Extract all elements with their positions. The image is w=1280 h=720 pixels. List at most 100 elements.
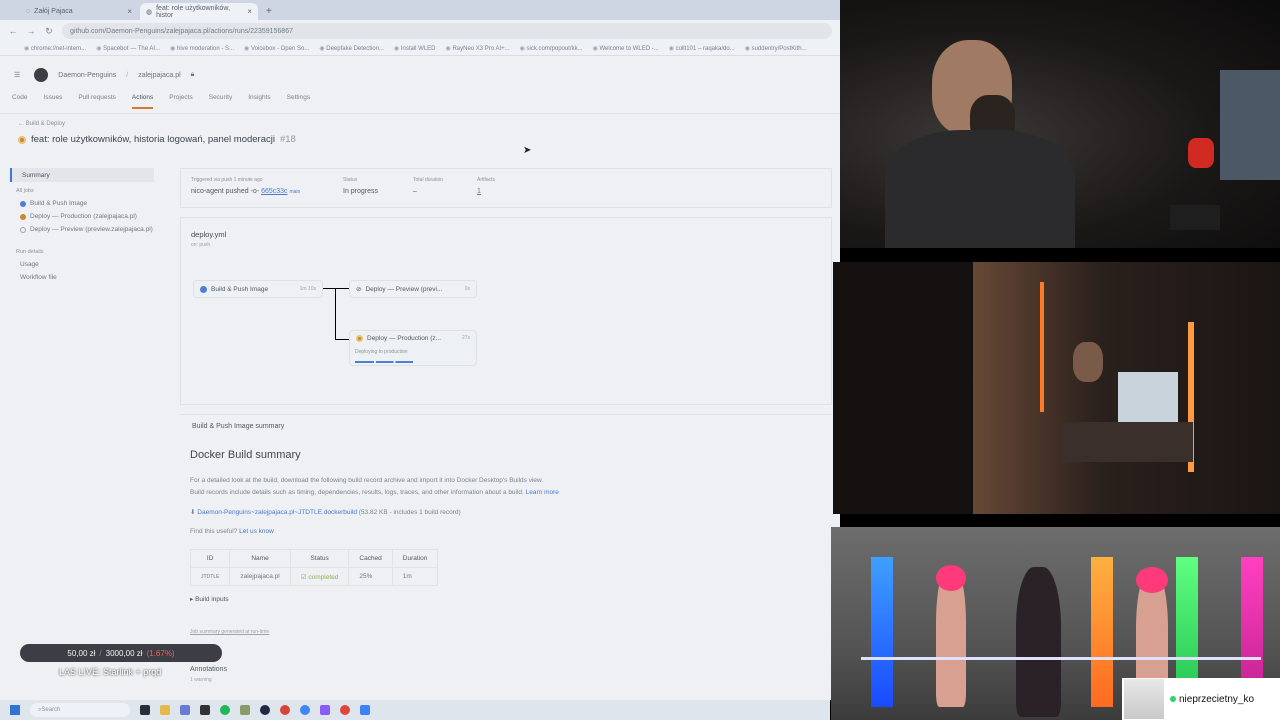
spotify-icon[interactable] — [220, 705, 230, 715]
controller — [1170, 205, 1220, 230]
close-icon[interactable]: × — [247, 7, 252, 16]
tab-run[interactable]: ◍ feat: role użytkowników, histor × — [140, 3, 258, 20]
artifacts-label: Artifacts — [477, 177, 496, 183]
bookmark[interactable]: Install WLED — [394, 45, 436, 52]
file-explorer-icon[interactable] — [160, 705, 170, 715]
menu-icon[interactable]: ☰ — [14, 71, 20, 79]
skipped-icon — [20, 227, 26, 233]
in-progress-icon — [356, 335, 363, 342]
run-meta-card: Triggered via push 1 minute ago nico-age… — [180, 168, 832, 208]
bookmark[interactable]: Deepfake Detection... — [319, 45, 384, 52]
browser-window: ◌ Załój Pajaca × ◍ feat: role użytkownik… — [0, 0, 840, 700]
job-substatus: Deploying to production — [355, 349, 408, 355]
tab-zaloj-pajaca[interactable]: ◌ Załój Pajaca × — [20, 3, 138, 20]
tab-issues[interactable]: Issues — [44, 94, 63, 101]
summary-generated-note: Job summary generated at run-time — [190, 629, 270, 635]
tab-label: Załój Pajaca — [34, 8, 73, 15]
table-cell: zalejpajaca.pl — [229, 567, 291, 586]
summary-title: Docker Build summary — [190, 449, 301, 461]
job-label: Build & Push Image — [211, 285, 269, 293]
bookmark[interactable]: Voicebox - Open So... — [244, 45, 309, 52]
app-icon[interactable] — [180, 705, 190, 715]
learn-more-link[interactable]: Learn more — [526, 489, 559, 496]
close-icon[interactable]: × — [127, 7, 132, 16]
tab-actions[interactable]: Actions — [131, 94, 154, 109]
pink-wig — [1136, 567, 1168, 593]
feedback-line: Find this useful? Let us know — [190, 528, 274, 535]
forward-icon[interactable]: → — [26, 26, 36, 36]
bookmark[interactable]: RayNeo X3 Pro AI+... — [446, 45, 509, 52]
tab-security[interactable]: Security — [209, 94, 232, 101]
terminal-icon[interactable] — [200, 705, 210, 715]
branch-badge[interactable]: main — [289, 189, 300, 195]
bookmark[interactable]: suddenlry/PostKith... — [745, 45, 807, 52]
lock-icon: 🔒︎ — [190, 71, 195, 78]
windows-start-icon[interactable] — [10, 705, 20, 715]
artifacts-meta: Artifacts 1 — [477, 177, 495, 195]
sidebar-item-workflow-file[interactable]: Workflow file — [10, 268, 154, 281]
build-inputs-toggle[interactable]: ▸ Build inputs — [190, 595, 229, 603]
sidebar-item-usage[interactable]: Usage — [10, 255, 154, 268]
build-record: ⬇ Daemon-Penguins~zalejpajaca.pl~JTDTLE.… — [190, 508, 461, 516]
github-logo-icon[interactable] — [34, 68, 49, 82]
obs-icon[interactable] — [260, 705, 270, 715]
new-tab-button[interactable]: + — [260, 6, 278, 20]
artifacts-link[interactable]: 1 — [477, 188, 481, 195]
donation-current: 50,00 zł — [67, 648, 96, 658]
column-header: ID — [189, 549, 231, 568]
feedback-link[interactable]: Let us know — [239, 528, 274, 535]
tab-projects[interactable]: Projects — [169, 94, 192, 101]
status-text: completed — [308, 573, 339, 581]
taskbar-search[interactable]: ⌕ Search — [30, 703, 130, 717]
tab-settings[interactable]: Settings — [287, 94, 311, 101]
tab-pull-requests[interactable]: Pull requests — [78, 94, 116, 101]
check-icon — [200, 285, 207, 293]
table-cell: 1m — [391, 567, 439, 586]
chrome-icon[interactable] — [300, 705, 310, 715]
monitor — [1220, 70, 1280, 180]
reload-icon[interactable]: ↻ — [44, 26, 54, 37]
build-record-link[interactable]: Daemon-Penguins~zalejpajaca.pl~JTDTLE.do… — [197, 509, 357, 516]
url-input[interactable]: github.com/Daemon-Penguins/zalejpajaca.p… — [62, 23, 832, 39]
stream-title: LAS LIVE: Starlink + prqd — [59, 667, 162, 677]
github-header: ☰ Daemon-Penguins / zalejpajaca.pl 🔒︎ — [0, 56, 840, 94]
status-label: Status — [343, 177, 358, 183]
taskview-icon[interactable] — [140, 705, 150, 715]
job-build[interactable]: Build & Push Image 1m 10s — [193, 280, 323, 298]
summary-job-header: Build & Push Image summary — [192, 423, 285, 430]
sidebar-item-summary[interactable]: Summary — [10, 168, 154, 182]
repo-name[interactable]: zalejpajaca.pl — [138, 72, 180, 79]
duration-label: Total duration — [413, 177, 444, 183]
app-icon[interactable] — [340, 705, 350, 715]
back-icon[interactable]: ← — [8, 26, 18, 36]
tab-code[interactable]: Code — [12, 94, 28, 101]
app-icon[interactable] — [360, 705, 370, 715]
sidebar-job-build[interactable]: Build & Push Image — [10, 194, 154, 207]
bookmark[interactable]: Welcome to WLED -... — [593, 45, 658, 52]
app-icon[interactable] — [320, 705, 330, 715]
app-icon[interactable] — [280, 705, 290, 715]
actor[interactable]: nico-agent pushed — [191, 188, 249, 195]
commit-link[interactable]: 665c33c — [261, 188, 287, 195]
address-bar: ← → ↻ github.com/Daemon-Penguins/zalejpa… — [0, 20, 840, 42]
bookmark[interactable]: chrome://net-intern... — [24, 45, 86, 52]
bookmark[interactable]: collt101 – raqaka/do... — [669, 45, 735, 52]
sidebar-job-preview[interactable]: Deploy — Preview (preview.zalejpajaca.pl… — [10, 220, 154, 233]
annotations-count: 1 warning — [190, 677, 212, 683]
tab-insights[interactable]: Insights — [248, 94, 270, 101]
trigger-label: Triggered via push 1 minute ago — [191, 177, 263, 183]
sidebar-job-production[interactable]: Deploy — Production (zalejpajaca.pl) — [10, 207, 154, 220]
summary-description: For a detailed look at the build, downlo… — [190, 475, 710, 499]
bookmark[interactable]: Spacebot — The AI... — [96, 45, 160, 52]
bookmark[interactable]: sick.com/popout/kk... — [520, 45, 583, 52]
job-label: Deploy — Preview (previ... — [365, 285, 443, 293]
repo-owner[interactable]: Daemon-Penguins — [58, 72, 116, 79]
bookmark[interactable]: hive moderation - S... — [170, 45, 234, 52]
job-preview[interactable]: ⊘ Deploy — Preview (previ... 0s — [349, 280, 477, 298]
app-icon[interactable] — [240, 705, 250, 715]
github-icon: ◍ — [146, 8, 153, 16]
workflow-name: deploy.yml — [191, 230, 227, 239]
webcam-room — [833, 262, 1280, 514]
breadcrumb[interactable]: ← Build & Deploy — [18, 121, 65, 127]
table-row: JTDTLE zalejpajaca.pl ☑ completed 25% 1m — [189, 567, 439, 586]
